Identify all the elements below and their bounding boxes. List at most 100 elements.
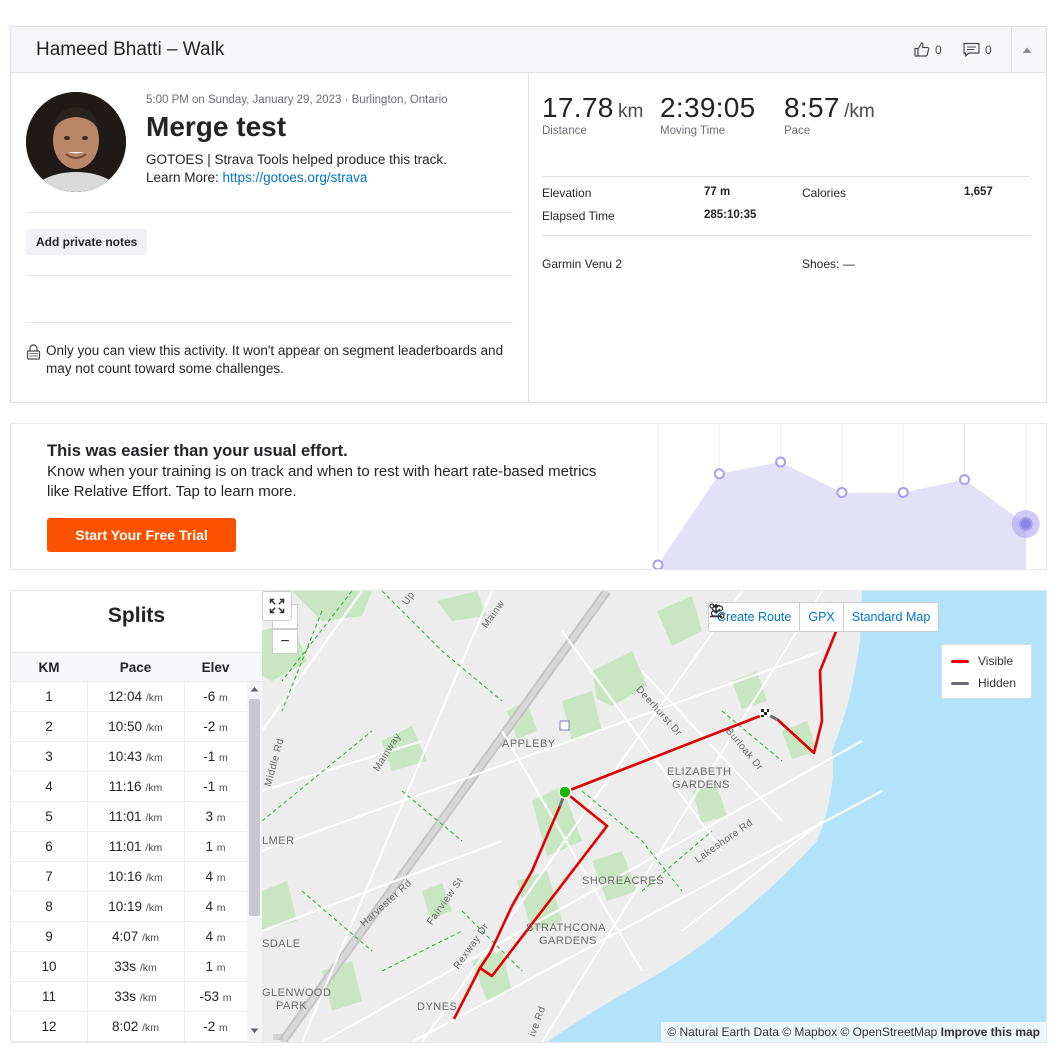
relative-effort-chart — [652, 424, 1040, 569]
zoom-out-button[interactable]: − — [272, 629, 298, 654]
label-elmer: LMER — [262, 835, 295, 847]
split-pace: 12:04 /km — [87, 689, 184, 704]
divider — [26, 275, 513, 276]
split-row[interactable]: 4 11:16 /km -1 m — [11, 772, 247, 802]
map-style-label: Standard Map — [851, 610, 931, 624]
scroll-down-icon[interactable] — [250, 1028, 259, 1034]
splits-scrollbar[interactable] — [247, 682, 262, 1042]
activity-header-title[interactable]: Hameed Bhatti – Walk — [36, 39, 224, 61]
split-elev: 1 m — [184, 959, 247, 974]
split-elev: 1 m — [184, 839, 247, 854]
split-km: 4 — [45, 779, 53, 794]
gpx-button[interactable]: GPX — [710, 603, 844, 631]
split-elev-value: 4 — [205, 869, 213, 884]
distance-unit: km — [618, 101, 644, 122]
split-km: 1 — [45, 689, 53, 704]
split-row[interactable]: 12 8:02 /km -2 m — [11, 1012, 247, 1042]
split-row[interactable]: 11 33s /km -53 m — [11, 982, 247, 1012]
split-row[interactable]: 6 11:01 /km 1 m — [11, 832, 247, 862]
label-sdale: SDALE — [262, 938, 301, 950]
resize-handle-icon[interactable] — [273, 1034, 283, 1040]
split-row[interactable]: 1 12:04 /km -6 m — [11, 682, 247, 712]
scroll-thumb[interactable] — [249, 699, 260, 916]
split-pace: 11:01 /km — [87, 839, 184, 854]
distance-stat: 17.78 km Distance — [542, 92, 643, 137]
split-pace-unit: /km — [145, 722, 163, 734]
improve-map-link[interactable]: Improve this map — [941, 1025, 1040, 1039]
relative-effort-upsell[interactable]: This was easier than your usual effort. … — [10, 423, 1047, 570]
divider — [26, 322, 513, 323]
kudos-button[interactable]: 0 — [914, 42, 942, 57]
legend-visible-label: Visible — [978, 654, 1014, 668]
split-pace-unit: /km — [145, 752, 163, 764]
elev-header: Elev — [201, 660, 230, 675]
legend-hidden-label: Hidden — [978, 676, 1017, 690]
comment-icon — [963, 42, 980, 57]
effort-current-point — [1018, 517, 1033, 532]
label-gardens-2: GARDENS — [539, 935, 597, 947]
split-row[interactable]: 3 10:43 /km -1 m — [11, 742, 247, 772]
split-row[interactable]: 5 11:01 /km 3 m — [11, 802, 247, 832]
split-row[interactable]: 7 10:16 /km 4 m — [11, 862, 247, 892]
split-km: 11 — [41, 989, 56, 1004]
effort-point — [897, 486, 909, 498]
activity-map[interactable]: APPLEBY ELIZABETH GARDENS SHOREACRES STR… — [262, 591, 1046, 1042]
column-divider — [87, 682, 88, 1042]
elevation-value: 77 m — [704, 186, 731, 198]
activity-details: 5:00 PM on Sunday, January 29, 2023 · Bu… — [11, 73, 529, 403]
effort-point — [959, 474, 970, 486]
split-pace-unit: /km — [145, 842, 163, 854]
label-park: PARK — [276, 1000, 308, 1012]
label-elizabeth: ELIZABETH — [667, 766, 732, 778]
lock-icon — [26, 344, 41, 360]
finish-flag-icon[interactable] — [759, 707, 771, 719]
split-elev-value: -1 — [203, 779, 216, 794]
map-attribution: © Natural Earth Data © Mapbox © OpenStre… — [661, 1022, 1046, 1042]
split-elev-value: -2 — [203, 719, 216, 734]
start-marker[interactable] — [558, 785, 572, 799]
fullscreen-icon[interactable] — [262, 591, 292, 621]
split-pace: 33s /km — [87, 959, 184, 974]
split-row[interactable]: 8 10:19 /km 4 m — [11, 892, 247, 922]
effort-point — [652, 559, 664, 569]
pace-value: 8:57 — [784, 92, 840, 123]
elevation-label: Elevation — [542, 186, 592, 200]
split-elev: 4 m — [184, 899, 247, 914]
legend-hidden: Hidden — [951, 676, 1016, 690]
moving-time-value: 2:39:05 — [660, 92, 756, 123]
activity-date-location: 5:00 PM on Sunday, January 29, 2023 · Bu… — [146, 94, 448, 106]
column-divider — [184, 682, 185, 1042]
gotoes-link[interactable]: https://gotoes.org/strava — [223, 170, 368, 185]
split-row[interactable]: 9 4:07 /km 4 m — [11, 922, 247, 952]
split-pace-unit: /km — [145, 692, 163, 704]
split-km: 3 — [45, 749, 53, 764]
split-elev: -6 m — [184, 689, 247, 704]
split-pace-unit: /km — [145, 872, 163, 884]
map-canvas[interactable] — [262, 591, 1046, 1042]
elapsed-time-label: Elapsed Time — [542, 209, 615, 223]
map-style-dropdown[interactable]: Standard Map — [712, 603, 939, 631]
split-pace-unit: /km — [142, 932, 159, 944]
split-pace-value: 11:16 — [108, 779, 142, 794]
start-free-trial-button[interactable]: Start Your Free Trial — [47, 518, 236, 552]
avatar[interactable] — [26, 92, 126, 192]
split-elev: -1 m — [184, 779, 247, 794]
legend-visible: Visible — [951, 654, 1013, 668]
label-dynes: DYNES — [417, 1001, 458, 1013]
scroll-up-icon[interactable] — [250, 686, 259, 692]
split-row[interactable]: 10 33s /km 1 m — [11, 952, 247, 982]
split-km: 10 — [41, 959, 57, 974]
pace-label: Pace — [784, 125, 811, 137]
split-pace: 10:50 /km — [87, 719, 184, 734]
add-private-notes-button[interactable]: Add private notes — [26, 229, 148, 255]
distance-value: 17.78 — [542, 92, 614, 123]
split-elev: -2 m — [184, 1019, 247, 1034]
split-pace-value: 11:01 — [108, 839, 142, 854]
label-gardens-1: GARDENS — [672, 779, 730, 791]
split-row[interactable]: 2 10:50 /km -2 m — [11, 712, 247, 742]
split-elev-value: -6 — [203, 689, 216, 704]
chevron-up-icon[interactable] — [1019, 43, 1035, 57]
pace-stat: 8:57 /km Pace — [784, 92, 875, 137]
comments-button[interactable]: 0 — [963, 42, 992, 57]
athlete-photo — [26, 92, 126, 192]
